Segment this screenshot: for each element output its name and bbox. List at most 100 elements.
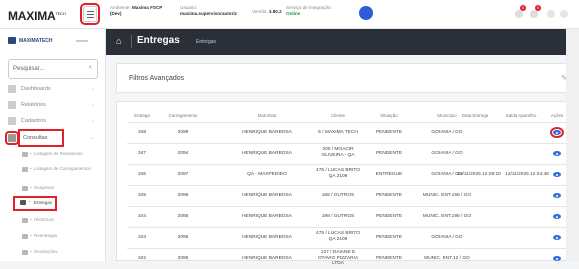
view-eye-icon[interactable] — [550, 127, 564, 138]
column-header-carregamento[interactable]: Carregamento — [161, 113, 205, 118]
page-title: Entregas — [137, 35, 180, 46]
table-row[interactable]: 342 2095 HENRIQUE BARBOSA 127 / DAIANE E… — [117, 249, 575, 269]
table-row[interactable]: 348 2099 HENRIQUE BARBOSA 6 / MAXIMA TEC… — [117, 123, 575, 143]
refresh-icon[interactable] — [515, 10, 523, 18]
advanced-filters-panel[interactable]: Filtros Avançados ✎ — [116, 63, 574, 93]
settings-icon[interactable] — [560, 10, 568, 18]
sidebar-search-input[interactable]: Pesquisar... × — [8, 59, 98, 79]
sidebar-subitem-carregamentos[interactable]: • Listagem de Carregamentos — [22, 166, 102, 178]
list-icon — [22, 167, 28, 172]
cell-motorista: HENRIQUE BARBOSA — [242, 214, 292, 219]
home-icon[interactable]: ⌂ — [116, 37, 125, 46]
dollar-icon — [22, 186, 28, 191]
top-bar: MAXIMATECH Ambiente: Maxima FSCP (Dev) U… — [0, 0, 579, 29]
sidebar-item-label: Consultas — [17, 129, 65, 147]
view-eye-icon[interactable] — [553, 256, 561, 261]
cell-entrega: 347 — [137, 151, 146, 156]
view-eye-icon[interactable] — [553, 193, 561, 198]
sidebar-brand: MAXIMATECH — [19, 38, 53, 44]
history-icon — [22, 218, 28, 223]
ambiente-value: Maxima FSCP — [131, 5, 163, 10]
cell-carregamento: 2097 — [177, 172, 189, 177]
view-eye-icon[interactable] — [553, 151, 561, 156]
cell-motorista: HENRIQUE BARBOSA — [242, 151, 292, 156]
deliveries-table: Entrega Carregamento Motorista Cliente S… — [116, 101, 575, 266]
clear-icon[interactable]: × — [88, 65, 92, 71]
table-row[interactable]: 347 2094 HENRIQUE BARBOSA 200 / MOACIR O… — [117, 144, 575, 164]
sidebar-subitem-devolucoes[interactable]: • Devoluções — [22, 249, 102, 257]
hamburger-line — [87, 17, 94, 18]
alert-icon[interactable] — [530, 10, 538, 18]
column-header-data-entrega[interactable]: Data Entrega — [455, 113, 495, 118]
servico-label: Serviço de integração: — [286, 5, 332, 10]
cell-situacao: PENDENTE — [375, 151, 403, 156]
sidebar-subitem-despesas[interactable]: • Despesas — [22, 185, 102, 193]
sidebar-subitem-reentregas[interactable]: • Reentregas — [22, 233, 102, 241]
servico-status: Online — [286, 11, 301, 16]
sidebar-item-relatorios[interactable]: Relatórios › — [8, 99, 98, 111]
sidebar-item-cadastros[interactable]: Cadastros › — [8, 115, 98, 127]
cell-cliente: 475 / LUCAS BRITO QA 2109 — [316, 168, 360, 179]
cell-municipio: GOIANIA / GO — [431, 235, 463, 240]
versao-label: Versão: — [252, 9, 268, 14]
cell-motorista: HENRIQUE BARBOSA — [242, 193, 292, 198]
cell-carregamento: 2096 — [177, 193, 189, 198]
search-icon — [5, 131, 19, 145]
sidebar-subitem-entregas[interactable]: • Entregas — [13, 196, 57, 211]
column-header-cliente[interactable]: Cliente — [313, 113, 363, 118]
truck-icon — [22, 152, 28, 157]
sidebar-item-label: Cadastros — [21, 118, 47, 124]
app-logo[interactable]: MAXIMATECH — [8, 9, 66, 23]
notification-icon[interactable] — [359, 6, 373, 20]
cell-municipio: MUNIC. ENT.168 / GO — [422, 193, 472, 198]
bullet-icon: • — [30, 151, 32, 156]
cell-municipio: MUNIC. ENT.198 / GO — [422, 214, 472, 219]
report-icon — [8, 101, 16, 109]
cell-entrega: 344 — [137, 214, 146, 219]
view-eye-icon[interactable] — [553, 214, 561, 219]
view-eye-icon[interactable] — [553, 172, 561, 177]
column-header-acoes: Ações — [550, 113, 564, 118]
cell-saida-aparelho: 12/11/2025 12:24:48 — [505, 172, 549, 177]
cell-cliente: 168 / OUTROS — [321, 193, 355, 198]
cell-data-entrega: 12/11/2025 12:29:10 — [457, 172, 501, 177]
sidebar-item-dashboards[interactable]: Dashboards › — [8, 83, 98, 95]
table-row[interactable]: 345 2096 HENRIQUE BARBOSA 168 / OUTROS P… — [117, 186, 575, 206]
badge-count: 0 — [535, 5, 541, 11]
table-row[interactable]: 344 2095 HENRIQUE BARBOSA 198 / OUTROS P… — [117, 207, 575, 227]
truck-icon — [20, 200, 26, 205]
versao-value: 3.80.2 — [268, 9, 282, 14]
cell-cliente: 198 / OUTROS — [321, 214, 355, 219]
menu-toggle-button[interactable] — [80, 3, 100, 25]
column-header-saida-aparelho[interactable]: Saída Aparelho — [501, 113, 541, 118]
breadcrumb[interactable]: Entregas — [196, 39, 216, 45]
cell-carregamento: 2095 — [177, 235, 189, 240]
chevron-right-icon: › — [92, 118, 94, 124]
view-eye-icon[interactable] — [553, 235, 561, 240]
table-row[interactable]: 343 2095 HENRIQUE BARBOSA 475 / LUCAS BR… — [117, 228, 575, 248]
sidebar-subitem-label: Devoluções — [34, 249, 58, 254]
cell-cliente: 127 / DAIANE E OTAVIO PIZZARIA LTDA — [317, 250, 359, 266]
sidebar-subitem-label: Históricos — [34, 217, 54, 222]
integration-info: Serviço de integração: Online — [286, 5, 332, 17]
cell-situacao: ENTREGUE — [375, 172, 403, 177]
sidebar-subitem-romaneios[interactable]: • Listagem de Romaneios — [22, 151, 102, 163]
search-placeholder: Pesquisar... — [13, 66, 45, 72]
sidebar-subitem-historicos[interactable]: • Históricos — [22, 217, 102, 225]
sidebar-item-consultas[interactable]: Consultas ⌄ — [5, 129, 98, 147]
bullet-icon: • — [30, 166, 32, 171]
column-header-entrega[interactable]: Entrega — [129, 113, 155, 118]
home-icon[interactable] — [547, 10, 555, 18]
logo-sup: TECH — [55, 11, 66, 16]
sidebar-item-label: Dashboards — [21, 86, 51, 92]
column-header-motorista[interactable]: Motorista — [237, 113, 297, 118]
column-header-situacao[interactable]: Situação — [369, 113, 409, 118]
table-row[interactable]: 346 2097 QA - MAXPEDIDO 475 / LUCAS BRIT… — [117, 165, 575, 185]
ambiente-label: Ambiente: — [110, 5, 131, 10]
chevron-right-icon: › — [92, 86, 94, 92]
cell-cliente: 200 / MOACIR OLIVEIRA - QA — [321, 147, 355, 158]
bullet-icon: • — [30, 249, 32, 254]
cell-entrega: 343 — [137, 235, 146, 240]
sidebar-item-label: Relatórios — [21, 102, 46, 108]
vertical-scrollbar[interactable] — [566, 29, 579, 261]
